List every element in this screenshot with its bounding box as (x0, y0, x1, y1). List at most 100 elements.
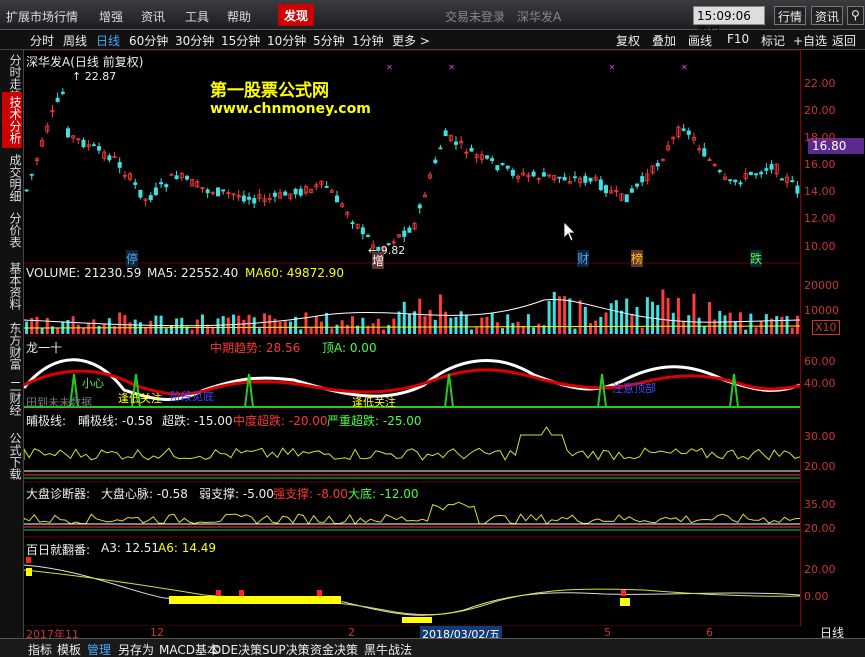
period-intraday[interactable]: 分时 (30, 32, 54, 49)
news-button[interactable]: 资讯 (811, 6, 844, 25)
side-tab-formula-download[interactable]: 公式下载 (2, 428, 22, 484)
candle-body (91, 144, 96, 147)
volume-ma5-line (24, 298, 800, 327)
volume-bar (164, 328, 168, 334)
period-5min[interactable]: 5分钟 (313, 32, 345, 49)
btab-fund[interactable]: 资金决策 (310, 641, 358, 657)
btab-template[interactable]: 模板 (57, 641, 81, 657)
volume-bar (102, 323, 106, 334)
volume-bar (392, 318, 396, 334)
candle-body (350, 222, 355, 225)
menu-tools[interactable]: 工具 (185, 8, 209, 25)
volume-bar (511, 323, 515, 334)
side-tab-eastmoney[interactable]: 东方财富 (2, 318, 22, 374)
volume-bar (506, 314, 510, 334)
tool-overlay[interactable]: 叠加 (652, 32, 676, 49)
volume-bar (314, 315, 318, 334)
candle-body (635, 183, 640, 187)
btab-indicator[interactable]: 指标 (28, 641, 52, 657)
candle-body (215, 187, 220, 197)
volume-bar (759, 320, 763, 334)
side-tab-technical[interactable]: 技术分析 (2, 92, 22, 148)
volume-bar (351, 316, 355, 334)
candle-body (65, 128, 70, 138)
marker-drop[interactable]: 跌 (750, 250, 763, 267)
market-v4: 大底: -12.00 (348, 487, 419, 501)
volume-bar (785, 316, 789, 334)
volume-bar (335, 324, 339, 334)
dragon-name: 龙一十 (26, 341, 63, 355)
btab-black-bull[interactable]: 黑牛战法 (364, 641, 412, 657)
volume-unit: X10 (812, 320, 840, 335)
candle-body (443, 130, 448, 137)
quote-button[interactable]: 行情 (774, 6, 807, 25)
tool-add-watchlist[interactable]: +自选 (793, 32, 827, 49)
volume-bar (247, 314, 251, 334)
side-tab-fundamentals[interactable]: 基本资料 (2, 258, 22, 314)
menu-help[interactable]: 帮助 (227, 8, 251, 25)
period-60min[interactable]: 60分钟 (129, 32, 168, 49)
tool-draw[interactable]: 画线 (688, 32, 712, 49)
candle-body (779, 178, 784, 181)
chart-canvas[interactable]: ✕✕✕✕✕✕✕✕✕✕✕✕✕ (24, 50, 800, 626)
volume-bar (552, 291, 556, 334)
btab-sup[interactable]: SUP决策 (262, 641, 310, 657)
menu-enhance[interactable]: 增强 (99, 8, 123, 25)
period-10min[interactable]: 10分钟 (267, 32, 306, 49)
menu-discover[interactable]: 发现 (278, 4, 315, 26)
menu-extended-market[interactable]: 扩展市场行情 (6, 8, 78, 25)
candle-body (541, 172, 546, 177)
signal-marker: ✕ (386, 63, 393, 72)
volume-bar (319, 321, 323, 334)
high-price-label: ↑ 22.87 (72, 70, 117, 83)
volume-bar (242, 319, 246, 334)
search-icon[interactable]: ⚲ (847, 6, 864, 25)
candle-body (629, 188, 634, 193)
period-daily[interactable]: 日线 (96, 32, 120, 49)
volume-bar (775, 316, 779, 334)
btab-macd[interactable]: MACD基本 (159, 641, 219, 657)
menu-info[interactable]: 资讯 (141, 8, 165, 25)
period-weekly[interactable]: 周线 (63, 32, 87, 49)
candle-body (681, 128, 686, 131)
marker-add[interactable]: 增 (372, 252, 385, 269)
candle-body (184, 175, 189, 180)
tool-f10[interactable]: F10 (727, 32, 749, 46)
volume-label: VOLUME: 21230.59 (26, 266, 142, 280)
volume-bar (563, 296, 567, 334)
period-1min[interactable]: 1分钟 (352, 32, 384, 49)
market-tick: 20.00 (804, 522, 836, 535)
volume-bar (195, 319, 199, 334)
candle-body (55, 97, 60, 102)
marker-list[interactable]: 榜 (631, 250, 644, 267)
btab-save-as[interactable]: 另存为 (118, 641, 154, 657)
dragon-tick: 40.00 (804, 377, 836, 390)
marker-finance[interactable]: 财 (577, 250, 590, 267)
period-15min[interactable]: 15分钟 (221, 32, 260, 49)
side-tab-trades[interactable]: 成交明细 (2, 150, 22, 206)
volume-bar (418, 298, 422, 334)
candle-body (174, 175, 179, 180)
btab-dde[interactable]: DDE决策 (212, 641, 262, 657)
tool-back[interactable]: 返回 (832, 32, 856, 49)
volume-bar (118, 312, 122, 334)
volume-bar (304, 312, 308, 334)
marker-halt[interactable]: 停 (126, 250, 139, 267)
period-30min[interactable]: 30分钟 (175, 32, 214, 49)
volume-bar (438, 294, 442, 334)
stock-app: 扩展市场行情 增强 资讯 工具 帮助 发现 交易未登录 深华发A 15:09:0… (0, 0, 865, 657)
volume-bar (687, 315, 691, 334)
candle-body (505, 165, 510, 169)
btab-manage[interactable]: 管理 (87, 641, 111, 657)
candle-body (407, 227, 412, 233)
candle-body (107, 155, 112, 161)
candle-body (293, 188, 298, 195)
side-tab-finance[interactable]: 二财经 (2, 376, 22, 420)
period-toolbar: 分时 周线 日线 60分钟 30分钟 15分钟 10分钟 5分钟 1分钟 更多 … (0, 30, 865, 50)
candle-body (655, 163, 660, 167)
tool-adjust[interactable]: 复权 (616, 32, 640, 49)
tool-mark[interactable]: 标记 (761, 32, 785, 49)
volume-bar (485, 316, 489, 334)
side-tab-price-table[interactable]: 分价表 (2, 208, 22, 252)
period-more[interactable]: 更多 > (392, 32, 430, 49)
